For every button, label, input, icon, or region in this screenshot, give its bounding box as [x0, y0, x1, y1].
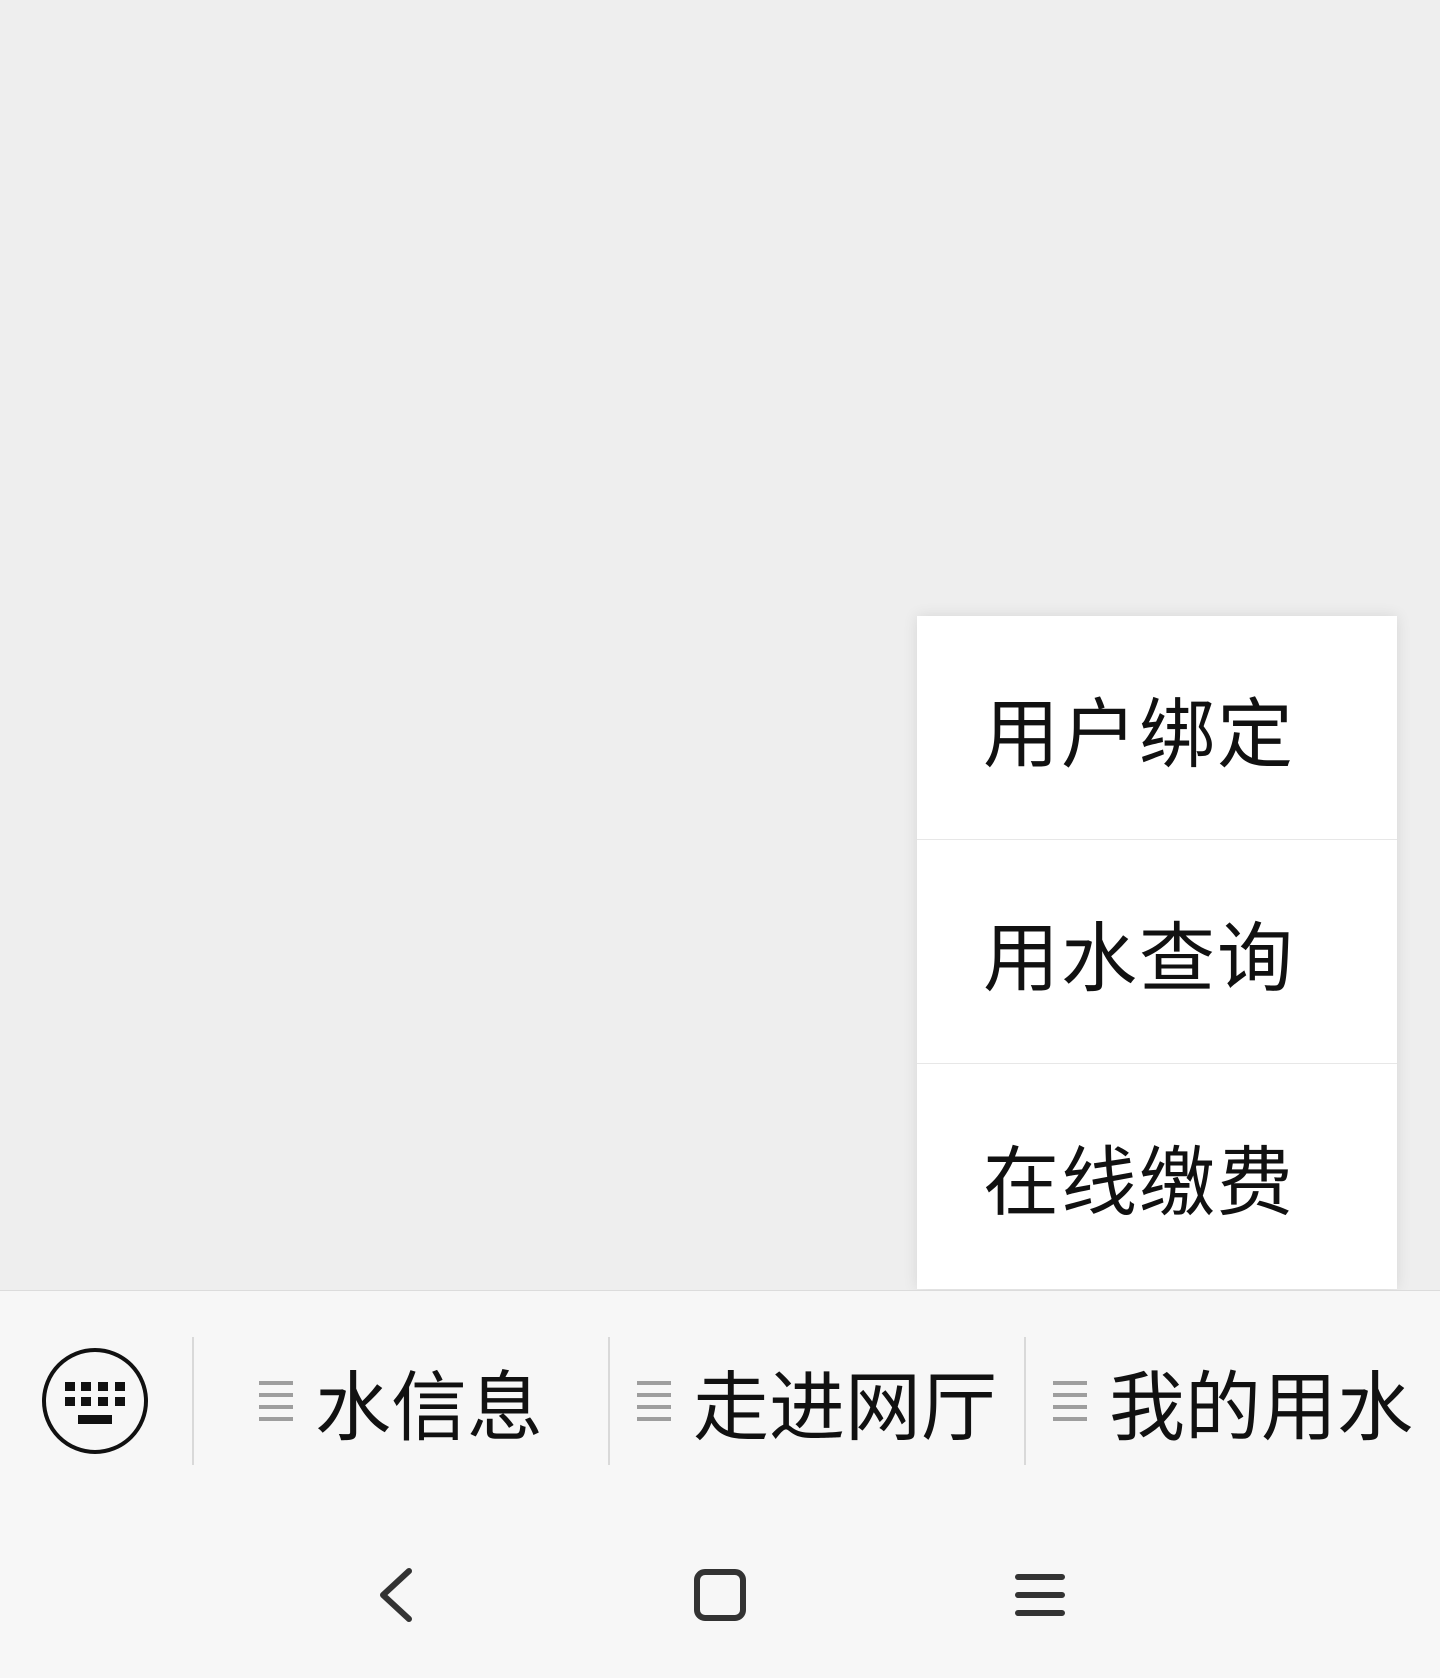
nav-home-button[interactable] — [670, 1545, 770, 1645]
menu-tab-visit-hall[interactable]: 走进网厅 — [610, 1331, 1024, 1471]
custom-menu-bar: 水信息 走进网厅 我的用水 — [0, 1290, 1440, 1511]
menu-lines-icon — [1053, 1381, 1087, 1421]
submenu-item-user-binding[interactable]: 用户绑定 — [917, 616, 1397, 840]
menu-tab-label: 我的用水 — [1109, 1363, 1413, 1452]
submenu-item-online-payment[interactable]: 在线缴费 — [917, 1064, 1397, 1288]
submenu-item-label: 在线缴费 — [983, 1138, 1295, 1227]
submenu-popup: 用户绑定 用水查询 在线缴费 — [917, 616, 1397, 1289]
keyboard-icon — [65, 1382, 125, 1424]
submenu-item-label: 用户绑定 — [983, 689, 1295, 779]
menu-lines-icon — [637, 1381, 671, 1421]
menu-tab-my-water[interactable]: 我的用水 — [1026, 1331, 1440, 1471]
menu-tab-water-info[interactable]: 水信息 — [194, 1331, 608, 1471]
recents-icon — [1015, 1574, 1065, 1616]
nav-back-button[interactable] — [347, 1545, 447, 1645]
keyboard-toggle-button[interactable] — [42, 1348, 148, 1454]
menu-tab-label: 走进网厅 — [693, 1363, 997, 1452]
submenu-item-water-query[interactable]: 用水查询 — [917, 840, 1397, 1064]
menu-tab-label: 水信息 — [315, 1363, 543, 1452]
menu-lines-icon — [259, 1381, 293, 1421]
back-icon — [380, 1568, 412, 1622]
submenu-item-label: 用水查询 — [983, 913, 1295, 1003]
home-icon — [694, 1569, 746, 1621]
system-nav-bar — [0, 1510, 1440, 1678]
nav-recents-button[interactable] — [990, 1545, 1090, 1645]
